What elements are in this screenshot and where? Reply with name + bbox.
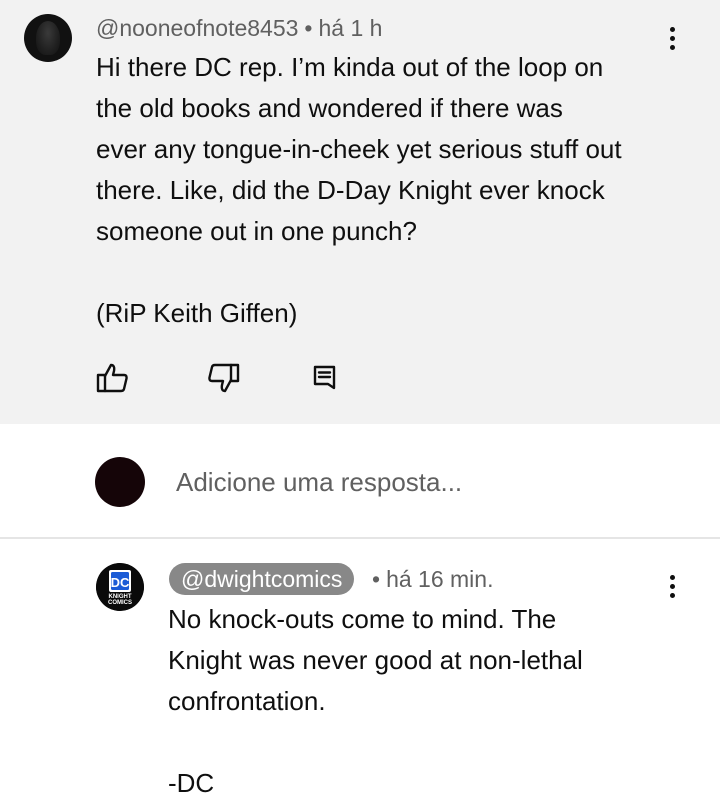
reply-line: No knock-outs come to mind. The	[168, 604, 557, 634]
comment-reply-icon	[313, 365, 336, 390]
comment-line: someone out in one punch?	[96, 216, 417, 246]
comment-line: the old books and wondered if there was	[96, 93, 563, 123]
meta-separator: •	[372, 566, 381, 592]
reply-time[interactable]: há 16 min.	[386, 566, 493, 592]
comment-meta: @nooneofnote8453 • há 1 h	[96, 14, 382, 42]
logo-comics-text: COMICS	[108, 600, 132, 606]
comment-line: Hi there DC rep. I’m kinda out of the lo…	[96, 52, 604, 82]
reply-line: confrontation.	[168, 686, 326, 716]
comment-footer-line: (RiP Keith Giffen)	[96, 298, 298, 328]
dc-knight-comics-logo-icon: DC KNIGHT COMICS	[96, 563, 144, 611]
original-comment: @nooneofnote8453 • há 1 h Hi there DC rep.…	[0, 0, 720, 424]
divider	[0, 537, 720, 539]
author-handle-badge[interactable]: @dwightcomics	[169, 563, 355, 595]
reply-signature: -DC	[168, 768, 215, 798]
like-button[interactable]	[94, 360, 130, 396]
hooded-figure-icon	[36, 21, 60, 55]
comment-text: Hi there DC rep. I’m kinda out of the lo…	[96, 47, 696, 334]
reply-button[interactable]	[306, 360, 342, 396]
comment-line: ever any tongue-in-cheek yet serious stu…	[96, 134, 622, 164]
commenter-avatar[interactable]	[24, 14, 72, 62]
reply-input[interactable]: Adicione uma resposta...	[176, 464, 462, 500]
meta-separator: •	[304, 15, 313, 41]
comment-time[interactable]: há 1 h	[318, 15, 382, 41]
thumbs-up-icon	[96, 363, 128, 393]
reply-text: No knock-outs come to mind. The Knight w…	[168, 599, 688, 804]
reply-meta: • há 16 min.	[372, 565, 493, 593]
dwightcomics-avatar[interactable]: DC KNIGHT COMICS	[96, 563, 144, 611]
dislike-button[interactable]	[206, 360, 242, 396]
commenter-handle[interactable]: @nooneofnote8453	[96, 15, 298, 41]
add-reply-row: Adicione uma resposta...	[0, 424, 720, 538]
comment-line: there. Like, did the D-Day Knight ever k…	[96, 175, 605, 205]
thumbs-down-icon	[208, 363, 240, 393]
logo-dc-text: DC	[111, 575, 130, 590]
current-user-avatar[interactable]	[95, 457, 145, 507]
reply-line: Knight was never good at non-lethal	[168, 645, 583, 675]
